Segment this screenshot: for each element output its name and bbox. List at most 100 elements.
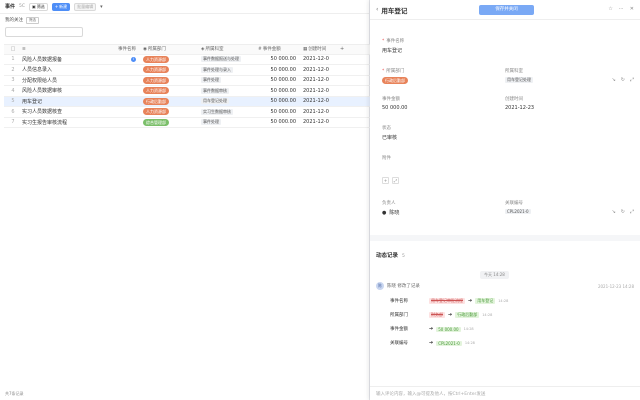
expand-attachment-icon[interactable]: ⤢ (392, 177, 399, 184)
column-header-name[interactable]: ≡ 事件名称 (22, 46, 140, 53)
refresh-icon[interactable]: ↻ (621, 209, 625, 215)
close-drawer-icon[interactable]: ‹ (376, 6, 378, 13)
expand-icon[interactable]: ⤢ (630, 77, 634, 83)
link-icon[interactable]: ↘ (612, 77, 616, 83)
cell-amount[interactable]: 50 000.00 (258, 109, 300, 115)
field-status[interactable]: 状态 已审核 (382, 125, 397, 141)
cell-office[interactable]: 事件处理与录入 (198, 66, 258, 73)
cell-dept[interactable]: 行政后勤部 (140, 97, 198, 105)
cell-date[interactable]: 2021-12-0 (300, 67, 340, 73)
field-attachment[interactable]: 附件 + ⤢ (382, 155, 399, 184)
cell-amount[interactable]: 50 000.00 (258, 119, 300, 125)
cell-dept[interactable]: 人力资源部 (140, 66, 198, 74)
cell-date[interactable]: 2021-12-0 (300, 77, 340, 83)
table-row[interactable]: 6 实习人员数据核查 人力资源部 实习生数据审核 50 000.00 2021-… (4, 107, 370, 118)
save-close-button[interactable]: 保存并关闭 (479, 5, 534, 15)
column-header-amount[interactable]: # 事件金额 (258, 46, 300, 53)
activity-log-line: 关联编号 ➔ CPL2021-0 14:28 (390, 340, 475, 346)
dept-pill: 人力资源部 (143, 108, 169, 116)
log-field: 事件金额 (390, 327, 408, 332)
cell-date[interactable]: 2021-12-0 (300, 119, 340, 125)
cell-office[interactable]: 实习生数据审核 (198, 108, 258, 115)
row-index[interactable]: 4 (4, 88, 22, 94)
comment-input[interactable]: 输入评论内容，输入@可提及他人，按Ctrl+Enter发送 (370, 386, 640, 400)
row-index[interactable]: 7 (4, 119, 22, 125)
field-amount[interactable]: 事件金额 50 000.00 (382, 96, 407, 111)
cell-dept[interactable]: 综合管理部 (140, 118, 198, 126)
log-field: 所属部门 (390, 313, 408, 318)
batch-edit-button[interactable]: 批量编辑 (74, 2, 97, 11)
view-bar: 我的关注 筛选 (0, 14, 369, 26)
field-code[interactable]: 关联编号 CPL2021-0 (505, 200, 531, 214)
more-icon[interactable]: ⋯ (619, 6, 624, 12)
field-dept[interactable]: * 所属部门 行政后勤部 (382, 68, 408, 84)
cell-amount[interactable]: 50 000.00 (258, 77, 300, 83)
search-input[interactable] (5, 27, 83, 37)
field-date[interactable]: 创建时间 2021-12-23 (505, 96, 534, 111)
table-row[interactable]: 5 用车登记 行政后勤部 用车登记处理 50 000.00 2021-12-0 (4, 96, 370, 107)
link-icon[interactable]: ↘ (612, 209, 616, 215)
cell-office[interactable]: 事件数据审核 (198, 87, 258, 94)
table-row[interactable]: 2 人员信息录入 人力资源部 事件处理与录入 50 000.00 2021-12… (4, 65, 370, 76)
cell-amount[interactable]: 50 000.00 (258, 88, 300, 94)
column-header-dept[interactable]: ◉ 所属部门 (140, 46, 198, 53)
field-event-name[interactable]: * 事件名称 用车登记 (382, 38, 404, 55)
office-chip: 事件处理 (201, 77, 221, 84)
table-row[interactable]: 1 风险人员数据报备 i 人力资源部 事件数据报送与处理 50 000.00 2… (4, 55, 370, 65)
row-index[interactable]: 1 (4, 56, 22, 62)
office-chip: 事件数据报送与处理 (201, 56, 241, 63)
cell-event-name[interactable]: 风险人员数据审核 (22, 87, 140, 94)
cell-office[interactable]: 事件处理 (198, 77, 258, 84)
upload-icon[interactable]: + (382, 177, 389, 184)
row-index[interactable]: 2 (4, 67, 22, 73)
cell-amount[interactable]: 50 000.00 (258, 56, 300, 62)
row-index[interactable]: 6 (4, 109, 22, 115)
info-icon[interactable]: i (131, 56, 136, 62)
table-row[interactable]: 4 风险人员数据审核 人力资源部 事件数据审核 50 000.00 2021-1… (4, 86, 370, 97)
refresh-icon[interactable]: ↻ (621, 77, 625, 83)
cell-dept[interactable]: 人力资源部 (140, 87, 198, 95)
cell-event-name[interactable]: 实习生报告审核流程 (22, 119, 140, 126)
cell-event-name[interactable]: 分配权限给人员 (22, 77, 140, 84)
row-index[interactable]: 5 (4, 98, 22, 104)
more-dropdown[interactable]: ▾ (100, 4, 103, 10)
cell-amount[interactable]: 50 000.00 (258, 67, 300, 73)
activity-section-title: 动态记录 5 (376, 251, 405, 259)
add-record-label: 新建 (59, 3, 68, 9)
cell-date[interactable]: 2021-12-0 (300, 56, 340, 62)
cell-text: 风险人员数据报备 (22, 56, 63, 63)
close-icon[interactable]: ✕ (630, 6, 634, 12)
add-record-button[interactable]: + 新建 (51, 2, 71, 11)
cell-dept[interactable]: 人力资源部 (140, 55, 198, 63)
cell-amount[interactable]: 50 000.00 (258, 98, 300, 104)
cell-date[interactable]: 2021-12-0 (300, 88, 340, 94)
cell-office[interactable]: 用车登记处理 (198, 98, 258, 105)
star-icon[interactable]: ☆ (608, 6, 612, 12)
cell-dept[interactable]: 人力资源部 (140, 76, 198, 84)
cell-date[interactable]: 2021-12-0 (300, 109, 340, 115)
field-label: 事件金额 (382, 97, 400, 102)
select-all-checkbox[interactable]: □ (4, 46, 22, 52)
cell-event-name[interactable]: 实习人员数据核查 (22, 108, 140, 115)
row-index[interactable]: 3 (4, 77, 22, 83)
number-field-icon: # (258, 46, 262, 52)
cell-event-name[interactable]: 用车登记 (22, 98, 140, 105)
section-divider (370, 235, 640, 241)
add-column-button[interactable]: + (340, 46, 370, 52)
cell-event-name[interactable]: 风险人员数据报备 i (22, 56, 140, 63)
expand-icon[interactable]: ⤢ (630, 209, 634, 215)
cell-date[interactable]: 2021-12-0 (300, 98, 340, 104)
table-row[interactable]: 7 实习生报告审核流程 综合管理部 事件处理 50 000.00 2021-12… (4, 118, 370, 128)
cell-event-name[interactable]: 人员信息录入 (22, 66, 140, 73)
view-tag[interactable]: 筛选 (26, 16, 39, 24)
field-person[interactable]: 负责人 ● 陈晓 (382, 200, 399, 216)
view-label[interactable]: 我的关注 (5, 17, 23, 23)
cell-office[interactable]: 事件数据报送与处理 (198, 56, 258, 63)
column-header-date[interactable]: ▦ 创建时间 (300, 46, 340, 53)
cell-office[interactable]: 事件处理 (198, 119, 258, 126)
table-row[interactable]: 3 分配权限给人员 人力资源部 事件处理 50 000.00 2021-12-0 (4, 76, 370, 86)
column-header-office[interactable]: ◈ 所属科室 (198, 46, 258, 53)
filter-button[interactable]: ▣ 筛选 (29, 2, 48, 11)
cell-dept[interactable]: 人力资源部 (140, 108, 198, 116)
batch-edit-label: 批量编辑 (77, 3, 94, 9)
